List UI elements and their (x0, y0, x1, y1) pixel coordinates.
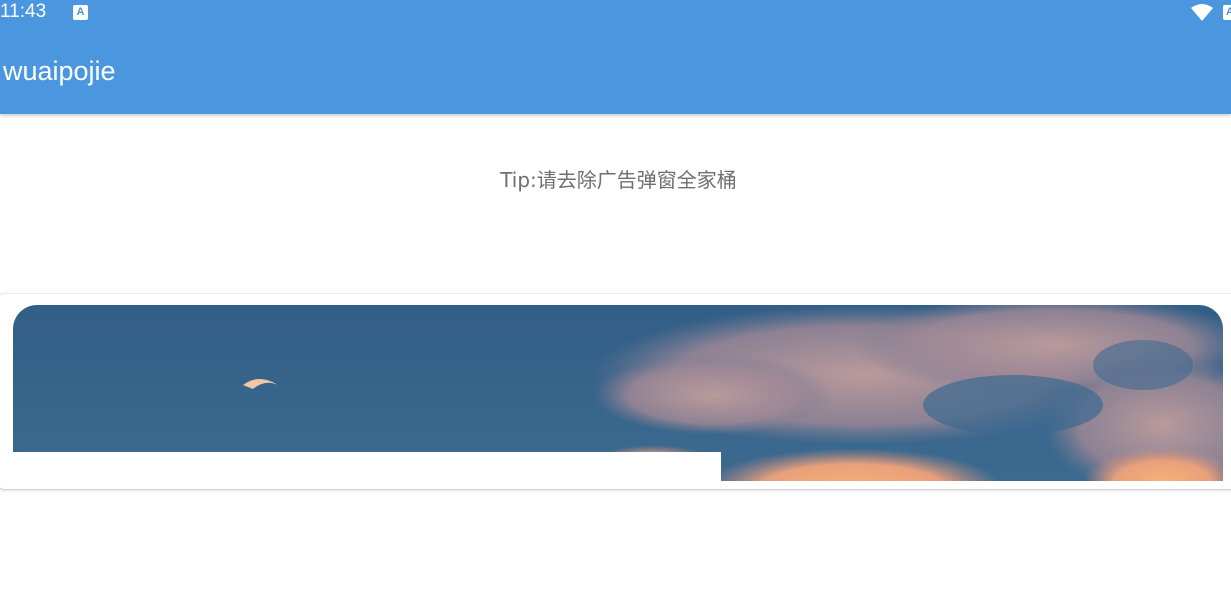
app-toolbar: wuaipojie (0, 26, 1231, 114)
status-time: 11:43 (0, 1, 47, 22)
a-letter-icon-right: A (1223, 5, 1231, 20)
app-title: wuaipojie (3, 56, 116, 86)
banner-card[interactable] (0, 294, 1231, 489)
a-letter-glyph-right: A (1226, 6, 1231, 18)
banner-overlay-strip (13, 452, 721, 481)
banner-image[interactable] (13, 305, 1223, 481)
app-root: 11:43 A A wuaipojie Tip:请去除广告弹窗全家桶 (0, 0, 1231, 600)
tip-text: Tip:请去除广告弹窗全家桶 (500, 168, 737, 192)
a-letter-glyph: A (76, 6, 85, 18)
a-letter-icon: A (73, 5, 88, 20)
wifi-icon (1191, 4, 1213, 21)
status-bar: 11:43 A A (0, 0, 1231, 26)
